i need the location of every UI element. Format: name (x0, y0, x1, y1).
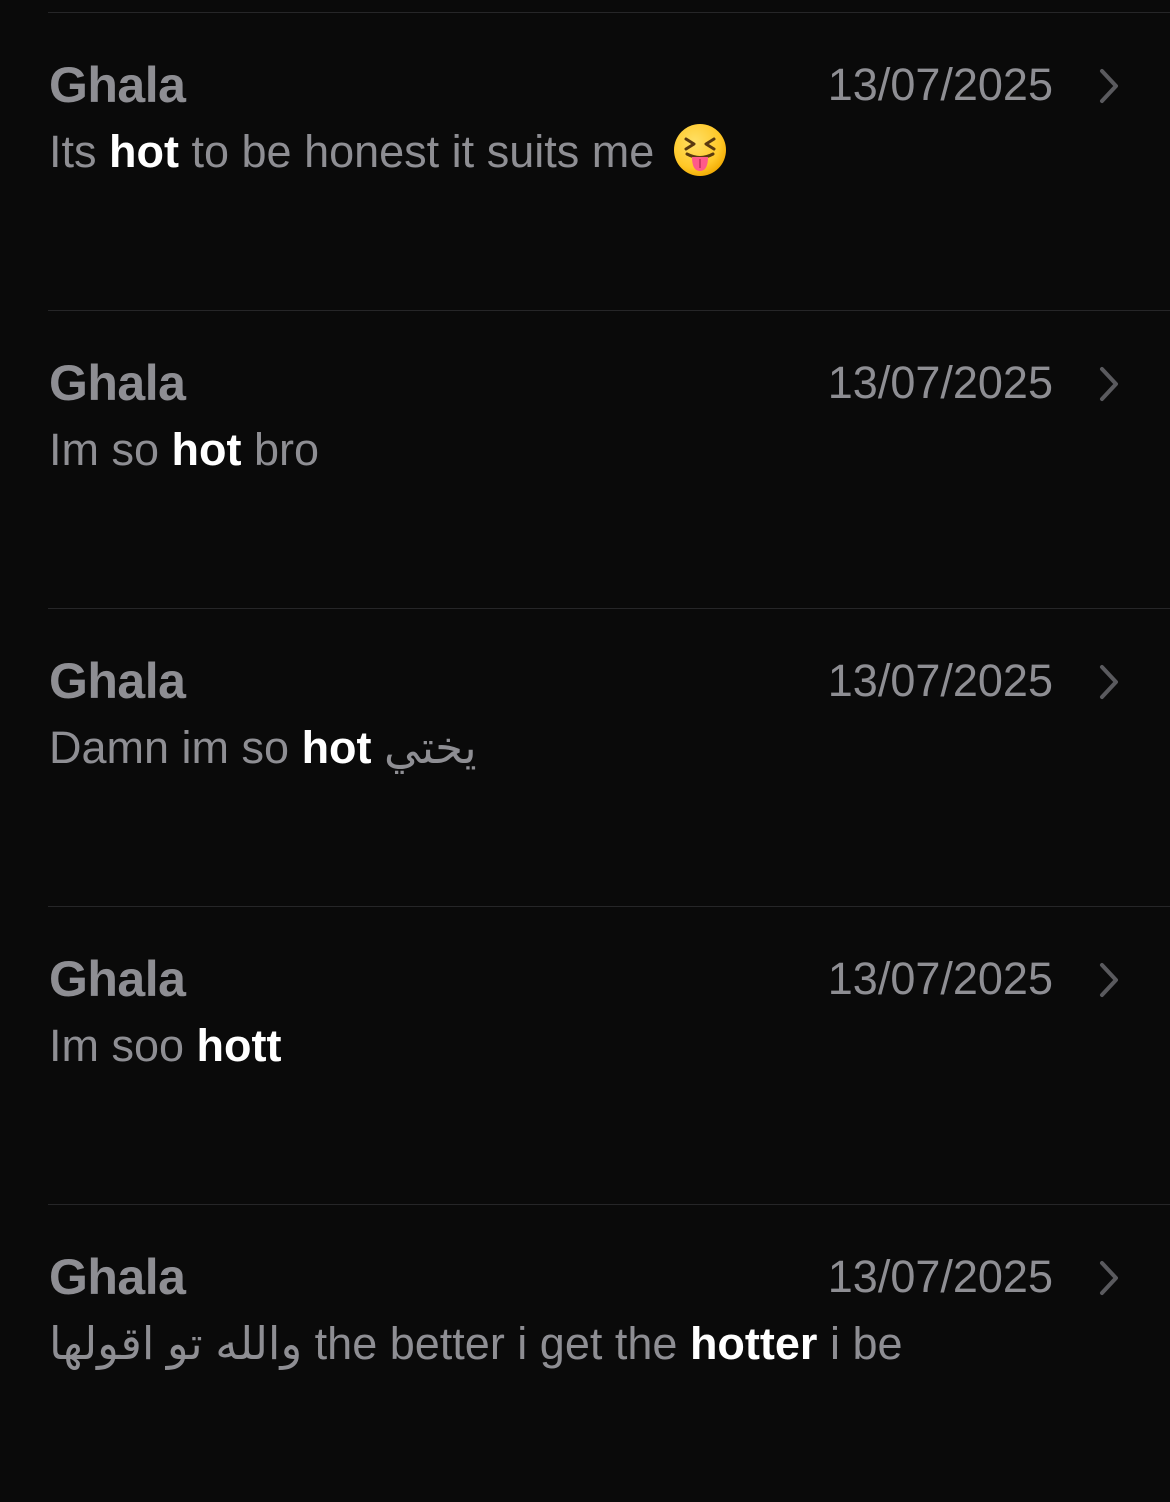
chevron-right-icon (1100, 367, 1118, 401)
message-snippet: Im so hot bro (49, 414, 319, 486)
message-date: 13/07/2025 (827, 357, 1053, 408)
chevron-right-icon (1100, 1261, 1118, 1295)
divider (48, 1204, 1170, 1205)
message-text: bro (241, 424, 320, 475)
message-date: 13/07/2025 (827, 59, 1053, 110)
message-result-row[interactable]: Ghala 13/07/2025 Im so hot bro (0, 310, 1170, 608)
squinting-tongue-emoji-icon (673, 123, 727, 177)
message-text: to be honest it suits me (178, 126, 667, 177)
message-result-row[interactable]: Ghala 13/07/2025 Damn im so hot يختي (0, 608, 1170, 906)
message-date: 13/07/2025 (827, 655, 1053, 706)
divider (48, 906, 1170, 907)
divider (48, 310, 1170, 311)
sender-name: Ghala (49, 57, 186, 113)
message-text: Im soo (49, 1020, 197, 1071)
search-match-highlight: hotter (689, 1318, 818, 1369)
search-match-highlight: hott (196, 1020, 282, 1071)
sender-name: Ghala (49, 355, 186, 411)
message-snippet: Its hot to be honest it suits me (49, 116, 727, 188)
message-text: Its (49, 126, 110, 177)
message-text: Damn im so (49, 722, 302, 773)
message-snippet: Damn im so hot يختي (49, 712, 477, 784)
message-snippet: والله تو اقولها the better i get the hot… (49, 1308, 903, 1380)
message-snippet: Im soo hott (49, 1010, 282, 1082)
sender-name: Ghala (49, 653, 186, 709)
sender-name: Ghala (49, 1249, 186, 1305)
message-text: يختي (371, 722, 477, 773)
search-match-highlight: hot (301, 722, 372, 773)
message-result-row[interactable]: Ghala 13/07/2025 والله تو اقولها the bet… (0, 1204, 1170, 1502)
chevron-right-icon (1100, 665, 1118, 699)
chevron-right-icon (1100, 69, 1118, 103)
message-text: i be (817, 1318, 903, 1369)
message-text: والله تو اقولها the better i get the (49, 1318, 690, 1369)
chevron-right-icon (1100, 963, 1118, 997)
search-match-highlight: hot (109, 126, 179, 177)
search-results-list: Ghala 13/07/2025 Its hot to be honest it… (0, 0, 1170, 1452)
message-date: 13/07/2025 (827, 1251, 1053, 1302)
sender-name: Ghala (49, 951, 186, 1007)
message-result-row[interactable]: Ghala 13/07/2025 Im soo hott (0, 906, 1170, 1204)
message-text: Im so (49, 424, 172, 475)
message-result-row[interactable]: Ghala 13/07/2025 Its hot to be honest it… (0, 12, 1170, 310)
message-date: 13/07/2025 (827, 953, 1053, 1004)
divider (48, 608, 1170, 609)
search-match-highlight: hot (171, 424, 242, 475)
